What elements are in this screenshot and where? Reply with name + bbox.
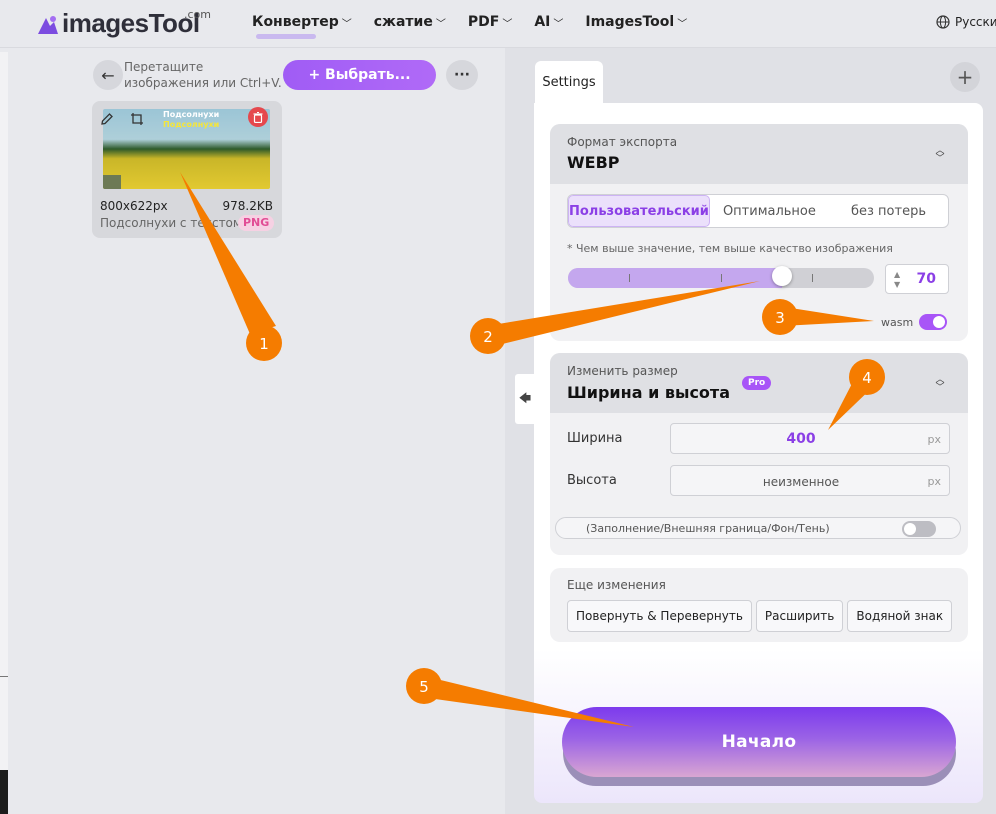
edit-icon[interactable] (97, 109, 117, 129)
stepper-arrows-icon[interactable]: ▲ ▼ (894, 270, 900, 290)
collapse-panel-button[interactable]: 🡄 (515, 374, 535, 424)
left-edge-dark (0, 770, 8, 814)
fill-options-row[interactable]: (Заполнение/Внешняя граница/Фон/Тень) (555, 517, 961, 539)
file-size: 978.2KB (222, 199, 273, 213)
back-button[interactable]: ← (93, 60, 123, 90)
resize-section: Изменить размер Ширина и высота Pro ︿ ﹀ Ш… (550, 353, 968, 555)
select-files-button[interactable]: + Выбрать... (283, 60, 436, 90)
updown-chevron-icon: ︿ ﹀ (935, 146, 945, 164)
language-label: Русский (955, 15, 996, 29)
annotation-number-5: 5 (419, 678, 429, 696)
crop-icon[interactable] (127, 109, 147, 129)
thumbnail-corner (103, 175, 121, 189)
toggle-knob (904, 523, 916, 535)
chevron-down-icon: ﹀ (341, 19, 352, 30)
nav-ai-label: AI (534, 14, 551, 30)
left-edge-divider (0, 676, 8, 677)
chevron-down-icon: ﹀ (502, 19, 513, 30)
start-button[interactable]: Начало (562, 707, 956, 777)
thumbnail-text-1: Подсолнухи (163, 110, 220, 119)
mode-lossless[interactable]: без потерь (829, 195, 948, 227)
nav-pdf[interactable]: PDF ﹀ (468, 14, 512, 30)
thumbnail-text-2: Подсолнухи (163, 120, 220, 129)
nav-imagestool[interactable]: ImagesTool ﹀ (585, 14, 687, 30)
language-selector[interactable]: Русский (936, 15, 996, 29)
arrow-left-icon: 🡄 (518, 390, 532, 405)
top-header: imagesTool .com Конвертер ﹀ сжатие ﹀ PDF ﹀ … (0, 0, 996, 48)
toggle-knob (933, 316, 945, 328)
height-input[interactable]: неизменное px (670, 465, 950, 496)
export-format-section: Формат экспорта WEBP ︿ ﹀ Пользовательский… (550, 124, 968, 341)
nav-pdf-label: PDF (467, 14, 500, 30)
width-unit: px (927, 433, 942, 446)
quality-hint: * Чем выше значение, тем выше качество и… (567, 242, 893, 255)
pro-badge: Pro (742, 376, 772, 390)
left-edge-strip (0, 52, 8, 814)
more-changes-section: Еще изменения Повернуть & Перевернуть Ра… (550, 568, 968, 642)
width-label: Ширина (567, 431, 623, 446)
rotate-flip-button[interactable]: Повернуть & Перевернуть (567, 600, 752, 632)
arrow-left-icon: ← (101, 65, 115, 85)
wasm-label: wasm (881, 316, 914, 329)
globe-icon (936, 15, 950, 29)
quality-input[interactable]: ▲ ▼ 70 (885, 264, 949, 294)
annotation-number-1: 1 (259, 335, 269, 353)
logo-text: imagesTool (62, 8, 200, 38)
more-options-button[interactable]: ··· (446, 60, 478, 90)
delete-button[interactable] (248, 107, 268, 127)
resize-header[interactable]: Изменить размер Ширина и высота Pro ︿ ﹀ (550, 353, 968, 413)
more-changes-buttons: Повернуть & Перевернуть Расширить Водяно… (567, 600, 953, 632)
nav-active-underline (256, 34, 316, 39)
resize-label: Изменить размер (567, 364, 678, 378)
nav-compress[interactable]: сжатие ﹀ (374, 14, 446, 30)
height-unit: px (927, 475, 942, 488)
width-value: 400 (786, 431, 816, 447)
file-card[interactable]: Подсолнухи Подсолнухи 800x622px 978.2KB … (92, 101, 282, 238)
width-input[interactable]: 400 px (670, 423, 950, 454)
slider-tick (721, 274, 722, 282)
chevron-down-icon: ﹀ (553, 19, 564, 30)
logo-suffix: .com (184, 8, 211, 21)
mode-optimal[interactable]: Оптимальное (710, 195, 829, 227)
quality-value: 70 (916, 271, 936, 287)
logo-icon (36, 14, 60, 36)
main-nav: Конвертер ﹀ сжатие ﹀ PDF ﹀ AI ﹀ ImagesTool ﹀ (252, 14, 687, 39)
slider-tick (629, 274, 630, 282)
file-dimensions: 800x622px (100, 199, 168, 213)
height-value: неизменное (762, 475, 840, 489)
quality-slider-fill (568, 268, 782, 288)
nav-imagestool-label: ImagesTool (585, 14, 675, 30)
resize-value: Ширина и высота (567, 383, 730, 402)
quality-mode-selector: Пользовательский Оптимальное без потерь (567, 194, 949, 228)
chevron-down-icon: ﹀ (677, 19, 688, 30)
height-label: Высота (567, 473, 617, 488)
add-tab-button[interactable]: + (950, 62, 980, 92)
tab-settings[interactable]: Settings (535, 61, 603, 105)
export-format-value: WEBP (567, 153, 620, 172)
nav-ai[interactable]: AI ﹀ (534, 14, 563, 30)
quality-slider[interactable] (568, 268, 874, 288)
chevron-down-icon: ﹀ (435, 19, 446, 30)
updown-chevron-icon: ︿ ﹀ (935, 375, 945, 393)
export-format-header[interactable]: Формат экспорта WEBP ︿ ﹀ (550, 124, 968, 184)
slider-tick (812, 274, 813, 282)
watermark-button[interactable]: Водяной знак (847, 600, 953, 632)
annotation-number-2: 2 (483, 328, 493, 346)
wasm-toggle[interactable] (919, 314, 947, 330)
drop-hint: Перетащите изображения или Ctrl+V. (124, 60, 282, 90)
format-badge: PNG (238, 215, 275, 231)
nav-converter[interactable]: Конвертер ﹀ (252, 14, 352, 39)
logo[interactable]: imagesTool .com (36, 8, 211, 38)
expand-button[interactable]: Расширить (755, 600, 844, 632)
fill-toggle[interactable] (902, 521, 936, 537)
mode-custom[interactable]: Пользовательский (568, 195, 710, 227)
export-format-label: Формат экспорта (567, 135, 678, 149)
fill-options-label: (Заполнение/Внешняя граница/Фон/Тень) (586, 522, 830, 535)
more-changes-label: Еще изменения (567, 578, 666, 592)
quality-slider-knob[interactable] (772, 266, 792, 286)
nav-compress-label: сжатие (373, 14, 433, 30)
trash-icon (253, 111, 263, 123)
file-name: Подсолнухи с текстом 1 (100, 216, 254, 230)
nav-converter-label: Конвертер (252, 14, 339, 30)
